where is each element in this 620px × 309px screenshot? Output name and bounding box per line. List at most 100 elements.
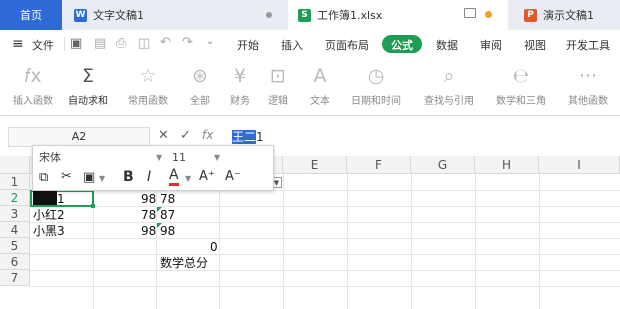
autosum-button[interactable]: Σ 自动求和 [60, 58, 116, 116]
italic-icon[interactable]: I [147, 169, 151, 185]
menu-data[interactable]: 数据 [436, 37, 458, 53]
font-color-icon[interactable]: A [169, 168, 179, 186]
col-header-g[interactable]: G [411, 156, 475, 174]
confirm-icon[interactable]: ✓ [180, 128, 191, 143]
export-pdf-icon[interactable]: ▤ [94, 36, 106, 51]
cancel-icon[interactable]: ✕ [158, 128, 169, 143]
tab-writer-label: 文字文稿1 [93, 9, 144, 22]
cell-c6[interactable]: 数学总分 [160, 255, 208, 271]
lookup-button[interactable]: ⌕ 查找与引用 [416, 58, 482, 116]
cell-b3[interactable]: 78 [141, 207, 156, 223]
menu-review[interactable]: 审阅 [480, 37, 502, 53]
common-functions-label: 常用函数 [128, 96, 168, 107]
save-icon[interactable]: ▣ [70, 36, 82, 51]
menu-bar: ≡ 文件 ▣ ▤ ⎙ ◫ ↶ ↷ ⌄ 开始 插入 页面布局 公式 数据 审阅 视… [0, 30, 620, 58]
print-icon[interactable]: ⎙ [116, 36, 126, 51]
writer-icon: W [74, 8, 87, 22]
unsaved-dot-icon [266, 12, 272, 18]
other-functions-button[interactable]: ··· 其他函数 [560, 58, 616, 116]
font-family-select[interactable]: 宋体 ▼ [36, 149, 168, 166]
font-family-value: 宋体 [39, 151, 61, 164]
chevron-down-icon[interactable]: ▼ [185, 174, 191, 183]
tab-spreadsheet-label: 工作簿1.xlsx [317, 9, 383, 22]
tab-writer-doc[interactable]: W 文字文稿1 [66, 0, 286, 30]
paste-icon[interactable]: ▣ [83, 170, 95, 185]
col-header-h[interactable]: H [475, 156, 539, 174]
cut-icon[interactable]: ✂ [61, 169, 72, 184]
cell-a4[interactable]: 小黑3 [33, 223, 65, 239]
chevron-down-icon[interactable]: ⌄ [206, 36, 214, 47]
row-header-4[interactable]: 4 [0, 222, 30, 238]
row-header-7[interactable]: 7 [0, 270, 30, 286]
print-preview-icon[interactable]: ◫ [138, 36, 150, 51]
status-dot-icon [485, 11, 492, 18]
cell-b2[interactable]: 98 [141, 191, 156, 207]
tab-spreadsheet[interactable]: S 工作簿1.xlsx [288, 0, 508, 30]
presentation-icon: P [524, 8, 537, 22]
math-trig-label: 数学和三角 [496, 96, 546, 107]
monitor-icon[interactable] [464, 8, 476, 18]
date-time-button[interactable]: ◷ 日期和时间 [344, 58, 408, 116]
cell-b4[interactable]: 98 [141, 223, 156, 239]
col-header-e[interactable]: E [283, 156, 347, 174]
bold-icon[interactable]: B [123, 169, 134, 185]
row-header-6[interactable]: 6 [0, 254, 30, 270]
grid-line [30, 238, 620, 239]
cell-c4[interactable]: 98 [160, 223, 175, 239]
grid-line [347, 174, 348, 309]
ribbon-formulas: 𝑓x 插入函数 Σ 自动求和 ☆ 常用函数 ⊛ 全部 ¥ 财务 ⊡ 逻辑 A 文本 ◷ 日期和时… [0, 58, 620, 116]
decrease-font-icon[interactable]: A⁻ [225, 169, 241, 184]
grid-line [30, 222, 620, 223]
name-box[interactable]: A2 [8, 127, 150, 147]
insert-function-button[interactable]: 𝑓x 插入函数 [5, 58, 61, 116]
col-header-i[interactable]: I [539, 156, 620, 174]
redo-icon[interactable]: ↷ [182, 35, 193, 50]
row-header-3[interactable]: 3 [0, 206, 30, 222]
menu-file[interactable]: 文件 [32, 37, 54, 53]
text-label: 文本 [310, 96, 330, 107]
tab-home[interactable]: 首页 [0, 0, 62, 30]
formula-rest-text: 1 [256, 130, 264, 144]
fx-button[interactable]: fx [202, 128, 213, 142]
cell-c3[interactable]: 87 [160, 207, 175, 223]
menu-page-layout[interactable]: 页面布局 [325, 37, 369, 53]
increase-font-icon[interactable]: A⁺ [199, 169, 215, 184]
fill-handle[interactable] [91, 204, 95, 208]
common-functions-button[interactable]: ☆ 常用函数 [120, 58, 176, 116]
grid-line [30, 254, 620, 255]
menu-home[interactable]: 开始 [237, 37, 259, 53]
tab-presentation[interactable]: P 演示文稿1 [514, 0, 620, 30]
cell-a3[interactable]: 小红2 [33, 207, 65, 223]
yen-icon: ¥ [233, 65, 247, 87]
formula-selected-text: 王二 [232, 130, 257, 144]
text-button[interactable]: A 文本 [292, 58, 348, 116]
text-icon: A [313, 65, 327, 87]
search-icon: ⌕ [443, 65, 455, 87]
cell-c2[interactable]: 78 [160, 191, 175, 207]
select-all-corner[interactable] [0, 156, 30, 174]
copy-icon[interactable]: ⧉ [39, 170, 48, 185]
row-header-2[interactable]: 2 [0, 190, 30, 206]
menu-developer[interactable]: 开发工具 [566, 37, 610, 53]
date-time-label: 日期和时间 [351, 96, 401, 107]
cell-a2[interactable]: 1 [57, 191, 65, 207]
other-functions-label: 其他函数 [568, 96, 608, 107]
menu-formulas[interactable]: 公式 [391, 37, 413, 53]
grid-line [30, 270, 620, 271]
col-header-f[interactable]: F [347, 156, 411, 174]
font-size-select[interactable]: 11 ▼ [169, 149, 227, 166]
grid-line [219, 174, 220, 309]
financial-label: 财务 [230, 96, 250, 107]
fx-icon: 𝑓x [24, 65, 42, 87]
hamburger-icon[interactable]: ≡ [12, 36, 24, 52]
math-trig-button[interactable]: ℮ 数学和三角 [490, 58, 552, 116]
menu-view[interactable]: 视图 [524, 37, 546, 53]
row-header-5[interactable]: 5 [0, 238, 30, 254]
cell-c5[interactable]: 0 [210, 239, 218, 255]
undo-icon[interactable]: ↶ [160, 35, 171, 50]
formula-input[interactable]: 王二1 [226, 127, 616, 147]
autosum-label: 自动求和 [68, 96, 108, 107]
chevron-down-icon[interactable]: ▼ [99, 174, 105, 183]
row-header-1[interactable]: 1 [0, 174, 30, 190]
menu-insert[interactable]: 插入 [281, 37, 303, 53]
